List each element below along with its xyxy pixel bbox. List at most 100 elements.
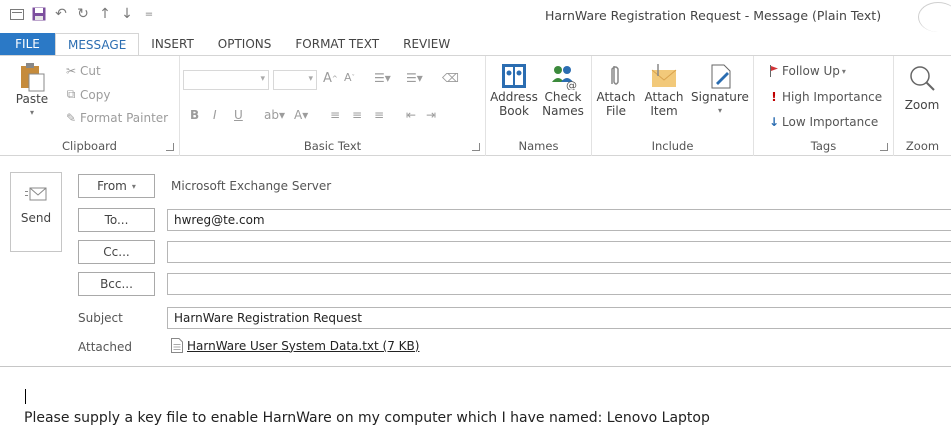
up-arrow-icon[interactable]: ↑ bbox=[94, 4, 116, 24]
paste-button[interactable]: Paste ▾ bbox=[14, 62, 50, 120]
paste-label: Paste bbox=[15, 92, 49, 106]
attachment-name[interactable]: HarnWare User System Data.txt (7 KB) bbox=[187, 339, 419, 353]
dialog-launcher-icon[interactable] bbox=[166, 143, 174, 151]
clipboard-icon bbox=[19, 62, 45, 92]
format-painter-button[interactable]: ✎ Format Painter bbox=[62, 111, 168, 125]
font-size-combo[interactable]: ▾ bbox=[273, 70, 317, 90]
tags-group: Follow Up ▾ ! High Importance ↓ Low Impo… bbox=[754, 56, 894, 156]
from-value: Microsoft Exchange Server bbox=[171, 179, 332, 193]
signature-button[interactable]: Signature ▾ bbox=[690, 62, 750, 118]
tab-review[interactable]: REVIEW bbox=[391, 33, 462, 55]
basic-text-group: ▾ ▾ A ^ Aˇ ☰▾ ☰▾ ⌫ B I U ab▾ A▾ ≡ ≡ ≡ ⇤ ⇥… bbox=[180, 56, 486, 156]
save-icon[interactable] bbox=[28, 4, 50, 24]
subject-label: Subject bbox=[78, 311, 123, 325]
to-field[interactable]: hwreg@te.com bbox=[167, 209, 951, 231]
envelope-icon[interactable] bbox=[6, 4, 28, 24]
address-book-button[interactable]: Address Book bbox=[490, 62, 538, 118]
dialog-launcher-icon[interactable] bbox=[880, 143, 888, 151]
tab-message[interactable]: MESSAGE bbox=[55, 33, 140, 55]
send-button[interactable]: Send bbox=[10, 172, 62, 252]
decrease-indent-icon[interactable]: ⇤ bbox=[406, 108, 416, 122]
attach-item-label-2: Item bbox=[650, 104, 678, 118]
clipboard-group-label: Clipboard bbox=[62, 139, 117, 153]
cut-button[interactable]: ✂ Cut bbox=[62, 64, 101, 78]
cc-field[interactable] bbox=[167, 241, 951, 263]
signature-label: Signature bbox=[691, 90, 749, 104]
attach-item-button[interactable]: Attach Item bbox=[642, 62, 686, 118]
to-button[interactable]: To... bbox=[78, 208, 155, 232]
low-importance-label: Low Importance bbox=[782, 115, 879, 129]
envelope-attach-icon bbox=[649, 62, 679, 90]
tab-file[interactable]: FILE bbox=[0, 33, 55, 55]
cc-button[interactable]: Cc... bbox=[78, 240, 155, 264]
message-body[interactable]: Please supply a key file to enable HarnW… bbox=[0, 366, 951, 445]
paintbrush-icon: ✎ bbox=[65, 111, 77, 125]
dialog-launcher-icon[interactable] bbox=[472, 143, 480, 151]
attach-file-button[interactable]: Attach File bbox=[596, 62, 636, 118]
underline-icon[interactable]: U bbox=[234, 108, 243, 122]
increase-indent-icon[interactable]: ⇥ bbox=[426, 108, 436, 122]
copy-label: Copy bbox=[80, 87, 111, 102]
font-color-icon[interactable]: A▾ bbox=[294, 108, 308, 122]
tab-options[interactable]: OPTIONS bbox=[206, 33, 284, 55]
high-importance-button[interactable]: ! High Importance bbox=[766, 90, 882, 104]
font-name-combo[interactable]: ▾ bbox=[183, 70, 269, 90]
undo-icon[interactable]: ↶ bbox=[50, 4, 72, 24]
subject-field[interactable]: HarnWare Registration Request bbox=[167, 307, 951, 329]
svg-text:@: @ bbox=[566, 79, 577, 90]
attached-label: Attached bbox=[78, 340, 132, 354]
chevron-down-icon: ▾ bbox=[841, 66, 846, 76]
bullets-icon[interactable]: ☰▾ bbox=[374, 71, 391, 85]
copy-button[interactable]: ⧉ Copy bbox=[62, 87, 111, 102]
tab-insert[interactable]: INSERT bbox=[139, 33, 206, 55]
chevron-down-icon: ▾ bbox=[131, 181, 136, 191]
office-decoration bbox=[918, 2, 951, 32]
quick-access-toolbar: ↶ ↻ ↑ ↓ = bbox=[6, 4, 160, 24]
from-label: From bbox=[97, 179, 127, 193]
paperclip-icon bbox=[602, 62, 630, 90]
attach-file-label-1: Attach bbox=[596, 90, 636, 104]
tab-format-text[interactable]: FORMAT TEXT bbox=[283, 33, 391, 55]
chevron-down-icon: ▾ bbox=[717, 106, 722, 115]
body-text[interactable]: Please supply a key file to enable HarnW… bbox=[24, 410, 710, 426]
window-title: HarnWare Registration Request - Message … bbox=[545, 8, 882, 23]
flag-icon bbox=[766, 65, 782, 77]
cc-label: Cc... bbox=[103, 245, 130, 259]
numbering-icon[interactable]: ☰▾ bbox=[406, 71, 423, 85]
check-names-button[interactable]: @ Check Names bbox=[541, 62, 585, 118]
bcc-label: Bcc... bbox=[100, 277, 133, 291]
bcc-field[interactable] bbox=[167, 273, 951, 295]
names-group: Address Book @ Check Names Names bbox=[486, 56, 592, 156]
highlight-icon[interactable]: ab▾ bbox=[264, 108, 285, 122]
bcc-button[interactable]: Bcc... bbox=[78, 272, 155, 296]
names-group-label: Names bbox=[518, 139, 559, 153]
clear-formatting-icon[interactable]: ⌫ bbox=[442, 71, 459, 85]
align-left-icon[interactable]: ≡ bbox=[330, 108, 340, 122]
zoom-button[interactable]: Zoom bbox=[900, 64, 944, 112]
exclamation-icon: ! bbox=[771, 90, 777, 104]
low-importance-button[interactable]: ↓ Low Importance bbox=[766, 115, 878, 129]
follow-up-button[interactable]: Follow Up ▾ bbox=[766, 64, 846, 78]
high-importance-label: High Importance bbox=[782, 90, 883, 104]
from-button[interactable]: From ▾ bbox=[78, 174, 155, 198]
address-book-label-1: Address bbox=[490, 90, 538, 104]
italic-icon[interactable]: I bbox=[213, 108, 217, 122]
shrink-font-icon[interactable]: Aˇ bbox=[344, 71, 355, 84]
customize-icon[interactable]: = bbox=[138, 4, 160, 24]
include-group: Attach File Attach Item Signature ▾ Incl… bbox=[592, 56, 754, 156]
ribbon-tabs: FILE MESSAGE INSERT OPTIONS FORMAT TEXT … bbox=[0, 33, 951, 55]
zoom-label: Zoom bbox=[904, 98, 940, 112]
attachment-item[interactable]: HarnWare User System Data.txt (7 KB) bbox=[171, 338, 419, 353]
attach-file-label-2: File bbox=[605, 104, 627, 118]
grow-font-icon[interactable]: A ^ bbox=[323, 71, 338, 86]
follow-up-label: Follow Up bbox=[782, 64, 840, 78]
text-caret bbox=[25, 389, 26, 404]
check-names-label-2: Names bbox=[542, 104, 584, 118]
address-book-label-2: Book bbox=[499, 104, 529, 118]
bold-icon[interactable]: B bbox=[190, 108, 199, 122]
down-arrow-icon[interactable]: ↓ bbox=[116, 4, 138, 24]
align-center-icon[interactable]: ≡ bbox=[352, 108, 362, 122]
align-right-icon[interactable]: ≡ bbox=[374, 108, 384, 122]
send-envelope-icon bbox=[25, 187, 47, 201]
redo-icon[interactable]: ↻ bbox=[72, 4, 94, 24]
